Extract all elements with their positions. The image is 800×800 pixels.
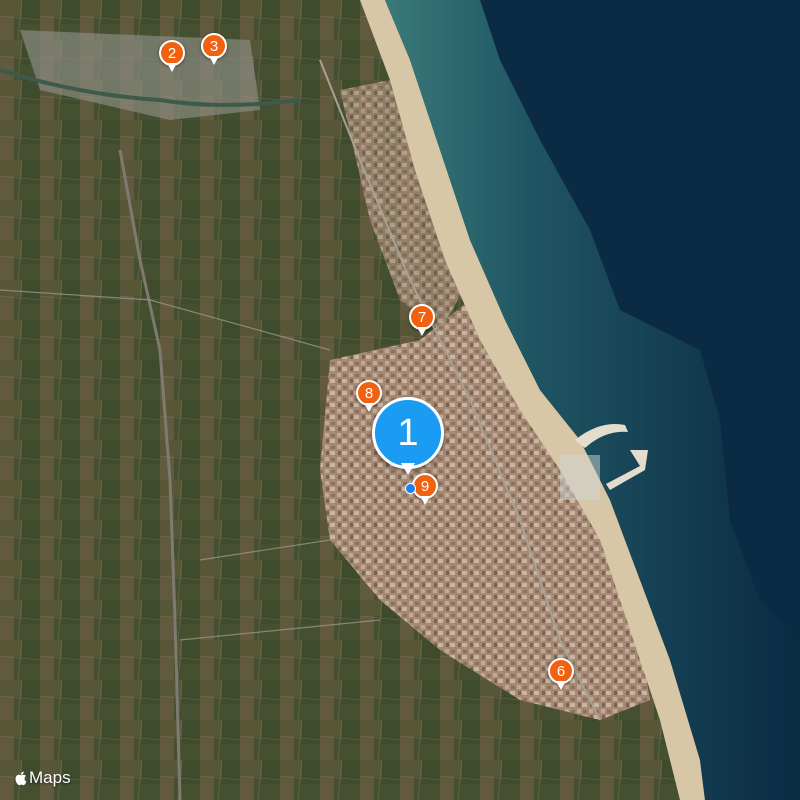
marker-tail	[167, 63, 177, 72]
maps-attribution[interactable]: Maps	[14, 768, 71, 788]
map-marker-2[interactable]: 2	[159, 40, 185, 74]
map-marker-3[interactable]: 3	[201, 33, 227, 67]
apple-logo-icon	[15, 771, 27, 786]
marina-docks	[560, 455, 600, 500]
marker-tail	[420, 496, 430, 505]
marker-tail	[556, 681, 566, 690]
map-marker-7[interactable]: 7	[409, 304, 435, 338]
cluster-marker-tail	[401, 463, 415, 475]
current-location-dot	[405, 483, 416, 494]
attribution-text: Maps	[29, 768, 71, 787]
marker-tail	[417, 327, 427, 336]
cluster-number: 1	[372, 397, 444, 469]
map-marker-6[interactable]: 6	[548, 658, 574, 692]
map-marker-9[interactable]: 9	[412, 473, 438, 507]
selected-cluster-marker[interactable]: 1	[372, 397, 444, 475]
marker-tail	[209, 56, 219, 65]
